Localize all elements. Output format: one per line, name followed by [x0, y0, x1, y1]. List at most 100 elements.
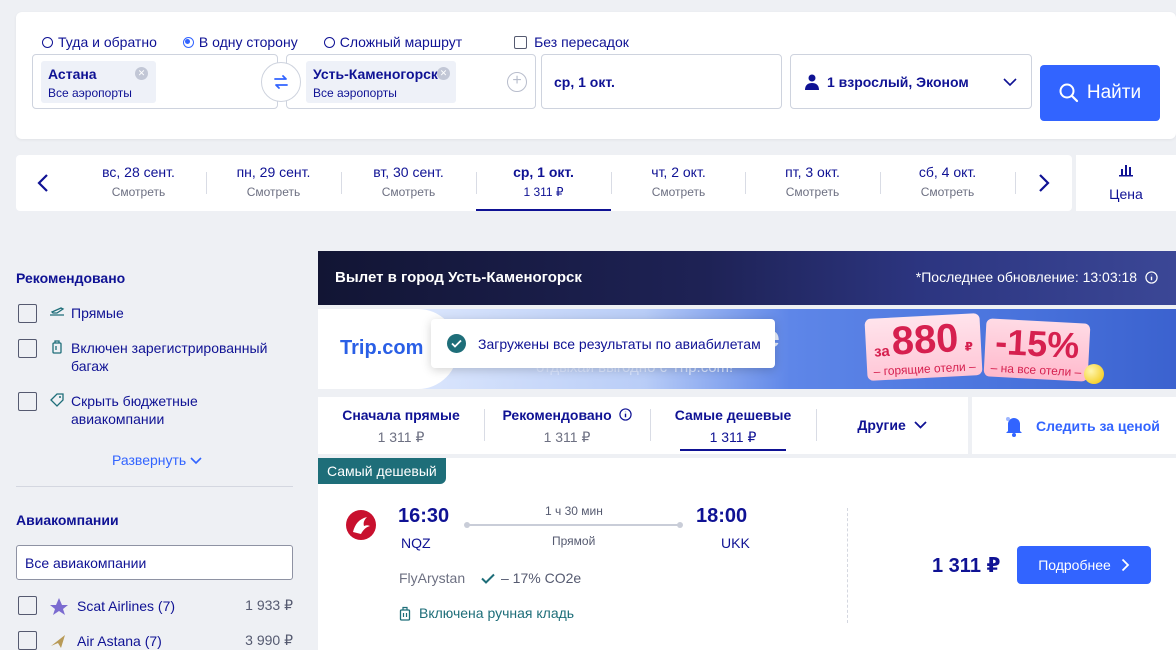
filter-direct[interactable]: Прямые — [18, 304, 124, 323]
results-header: Вылет в город Усть-Каменогорск *Последне… — [318, 251, 1176, 305]
trip-type-multicity[interactable]: Сложный маршрут — [323, 34, 462, 50]
filter-hide-budget[interactable]: Скрыть бюджетные авиакомпании — [18, 392, 248, 428]
filter-baggage-checkbox[interactable] — [18, 339, 37, 358]
swap-icon — [274, 75, 288, 89]
airline-checkbox[interactable] — [18, 596, 37, 615]
date-option[interactable]: вс, 28 сент. Смотреть — [71, 155, 206, 211]
carrier-name: FlyArystan — [399, 570, 466, 586]
date-option-price: Смотреть — [920, 185, 975, 199]
prev-dates-button[interactable] — [29, 169, 57, 197]
sort-price: 1 311 ₽ — [543, 429, 591, 445]
date-option[interactable]: вт, 30 сент. Смотреть — [341, 155, 476, 211]
date-option-selected[interactable]: ср, 1 окт. 1 311 ₽ — [476, 155, 611, 211]
airline-name: Air Astana (7) — [77, 632, 162, 649]
toast-text: Загружены все результаты по авиабилетам — [478, 335, 761, 352]
nonstop-checkbox[interactable] — [514, 35, 528, 49]
date-field[interactable]: ср, 1 окт. — [541, 54, 782, 109]
date-option-day: вт, 30 сент. — [373, 164, 444, 180]
airline-price: 3 990 ₽ — [245, 632, 293, 648]
airlines-select[interactable]: Все авиакомпании — [16, 545, 293, 580]
track-price-label: Следить за ценой — [1036, 417, 1160, 434]
destination-chip[interactable]: Усть-Каменогорск Все аэропорты ✕ — [306, 61, 456, 103]
flight-duration: 1 ч 30 мин — [545, 504, 603, 518]
sort-label: Самые дешевые — [674, 407, 792, 423]
filter-hide-budget-checkbox[interactable] — [18, 392, 37, 411]
carry-on-icon — [399, 606, 411, 621]
add-city-icon[interactable]: + — [507, 72, 527, 92]
airline-filter-scat[interactable]: Scat Airlines (7) 1 933 ₽ — [18, 596, 293, 615]
price-chart-button[interactable]: Цена — [1076, 155, 1176, 211]
date-option-day: чт, 2 окт. — [651, 164, 706, 180]
route-line — [464, 522, 683, 528]
filter-hide-budget-label: Скрыть бюджетные авиакомпании — [71, 393, 198, 427]
expand-label: Развернуть — [112, 452, 187, 468]
expand-filters-link[interactable]: Развернуть — [112, 452, 202, 468]
airline-price: 1 933 ₽ — [245, 597, 293, 613]
badge-value: 880 — [890, 316, 960, 364]
sort-direct-first[interactable]: Сначала прямые 1 311 ₽ — [318, 397, 484, 454]
radio-oneway[interactable] — [182, 36, 194, 48]
filter-direct-label: Прямые — [71, 305, 124, 321]
clear-destination-icon[interactable]: ✕ — [437, 67, 450, 80]
search-button[interactable]: Найти — [1040, 65, 1160, 121]
chevron-down-icon — [1003, 78, 1017, 87]
coin-icon — [1084, 364, 1104, 384]
top-strip — [0, 0, 1176, 10]
nonstop-option[interactable]: Без пересадок — [514, 34, 629, 50]
co2-text: – 17% CO2e — [501, 570, 582, 586]
sort-cheapest[interactable]: Самые дешевые 1 311 ₽ — [650, 397, 816, 454]
trip-type-roundtrip[interactable]: Туда и обратно — [42, 34, 157, 50]
date-option[interactable]: сб, 4 окт. Смотреть — [880, 155, 1015, 211]
passengers-field[interactable]: 1 взрослый, Эконом — [790, 54, 1032, 109]
details-button[interactable]: Подробнее — [1017, 546, 1151, 584]
origin-chip[interactable]: Астана Все аэропорты ✕ — [41, 61, 156, 103]
radio-roundtrip[interactable] — [42, 36, 53, 48]
track-price-button[interactable]: Следить за ценой — [972, 397, 1176, 454]
baggage-info: Включена ручная кладь — [399, 605, 574, 621]
date-option[interactable]: чт, 2 окт. Смотреть — [611, 155, 746, 211]
clear-origin-icon[interactable]: ✕ — [135, 67, 148, 80]
date-option-price: 1 311 ₽ — [523, 185, 564, 199]
sort-label: Рекомендовано — [502, 407, 612, 423]
swap-cities-button[interactable] — [261, 62, 301, 102]
scat-logo-icon — [50, 597, 68, 615]
trip-type-label: В одну сторону — [198, 34, 298, 50]
nonstop-label: Без пересадок — [534, 34, 629, 50]
flight-stops: Прямой — [552, 534, 596, 548]
radio-multicity[interactable] — [323, 36, 335, 48]
date-option[interactable]: пн, 29 сент. Смотреть — [206, 155, 341, 211]
destination-field[interactable]: Усть-Каменогорск Все аэропорты ✕ + — [286, 54, 536, 109]
chevron-down-icon — [913, 421, 927, 429]
sort-other-wrap: Другие — [816, 417, 968, 433]
info-icon[interactable] — [1145, 271, 1158, 284]
last-update-text: *Последнее обновление: 13:03:18 — [915, 269, 1138, 285]
trip-brand: Trip.com — [340, 337, 424, 359]
air-astana-logo-icon — [51, 634, 65, 648]
airline-checkbox[interactable] — [18, 631, 37, 650]
origin-field[interactable]: Астана Все аэропорты ✕ — [32, 54, 278, 109]
filter-direct-checkbox[interactable] — [18, 304, 37, 323]
airline-filter-air-astana[interactable]: Air Astana (7) 3 990 ₽ — [18, 631, 293, 650]
depart-airport: NQZ — [401, 535, 431, 551]
luggage-icon — [52, 340, 62, 354]
depart-time: 16:30 — [398, 505, 450, 527]
results-title: Вылет в город Усть-Каменогорск — [335, 269, 582, 286]
trip-type-oneway[interactable]: В одну сторону — [182, 34, 298, 50]
cheapest-badge: Самый дешевый — [318, 458, 446, 484]
bar-chart-icon — [1119, 165, 1133, 177]
sort-recommended[interactable]: Рекомендовано 1 311 ₽ — [484, 397, 650, 454]
sort-other[interactable]: Другие — [816, 397, 968, 454]
info-icon[interactable] — [618, 408, 632, 421]
date-option[interactable]: пт, 3 окт. Смотреть — [745, 155, 880, 211]
check-circle-icon — [447, 334, 466, 353]
next-dates-button[interactable] — [1030, 169, 1058, 197]
filter-baggage[interactable]: Включен зарегистрированный багаж — [18, 339, 278, 375]
airlines-title: Авиакомпании — [16, 512, 119, 528]
selected-underline — [680, 449, 786, 451]
promo-badge-discount: -15% – на все отели – — [983, 318, 1091, 382]
details-label: Подробнее — [1038, 557, 1111, 573]
origin-airports: Все аэропорты — [48, 86, 132, 100]
card-divider — [847, 508, 848, 623]
date-option-price: Смотреть — [785, 185, 840, 199]
flyarystan-logo-icon — [346, 510, 376, 540]
